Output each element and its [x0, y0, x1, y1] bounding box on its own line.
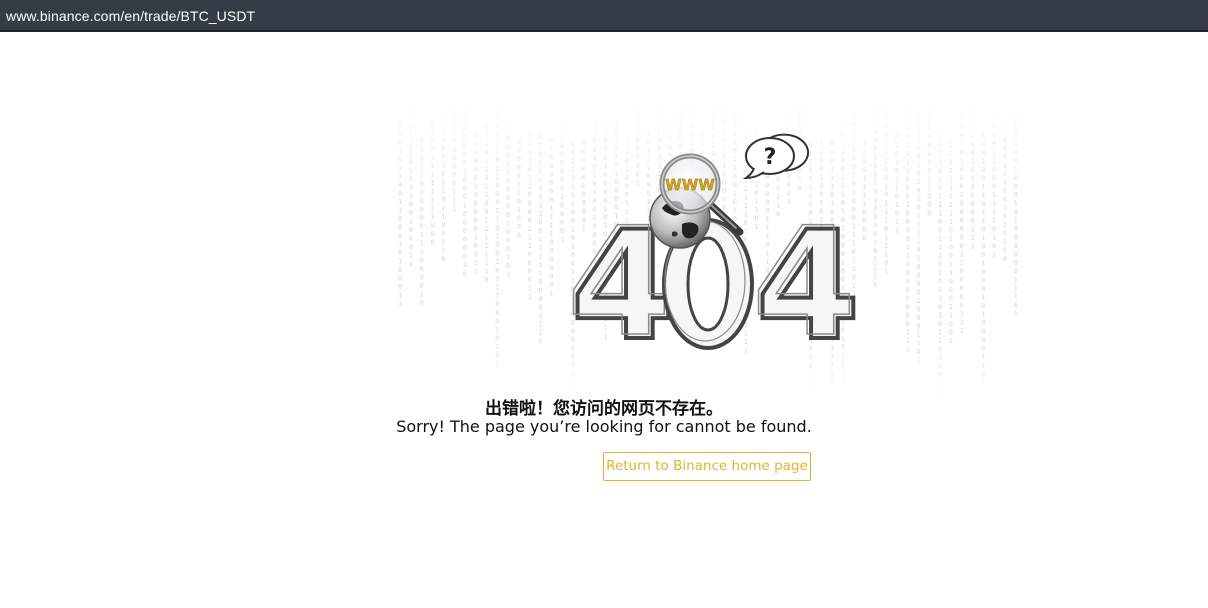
- return-home-button[interactable]: Return to Binance home page: [603, 452, 811, 481]
- www-badge: WWW: [665, 176, 715, 194]
- error-404-illustration: 0001011001100010100011100110010010010001…: [390, 98, 1020, 398]
- error-message-chinese: 出错啦！您访问的网页不存在。: [485, 399, 723, 419]
- svg-text:4: 4: [752, 196, 856, 370]
- error-message-english: Sorry! The page you’re looking for canno…: [396, 417, 812, 436]
- question-mark: ?: [764, 145, 777, 170]
- browser-address-bar[interactable]: www.binance.com/en/trade/BTC_USDT: [0, 0, 1208, 32]
- digit-four-right: 4 4: [751, 195, 862, 376]
- url-text[interactable]: www.binance.com/en/trade/BTC_USDT: [6, 8, 255, 24]
